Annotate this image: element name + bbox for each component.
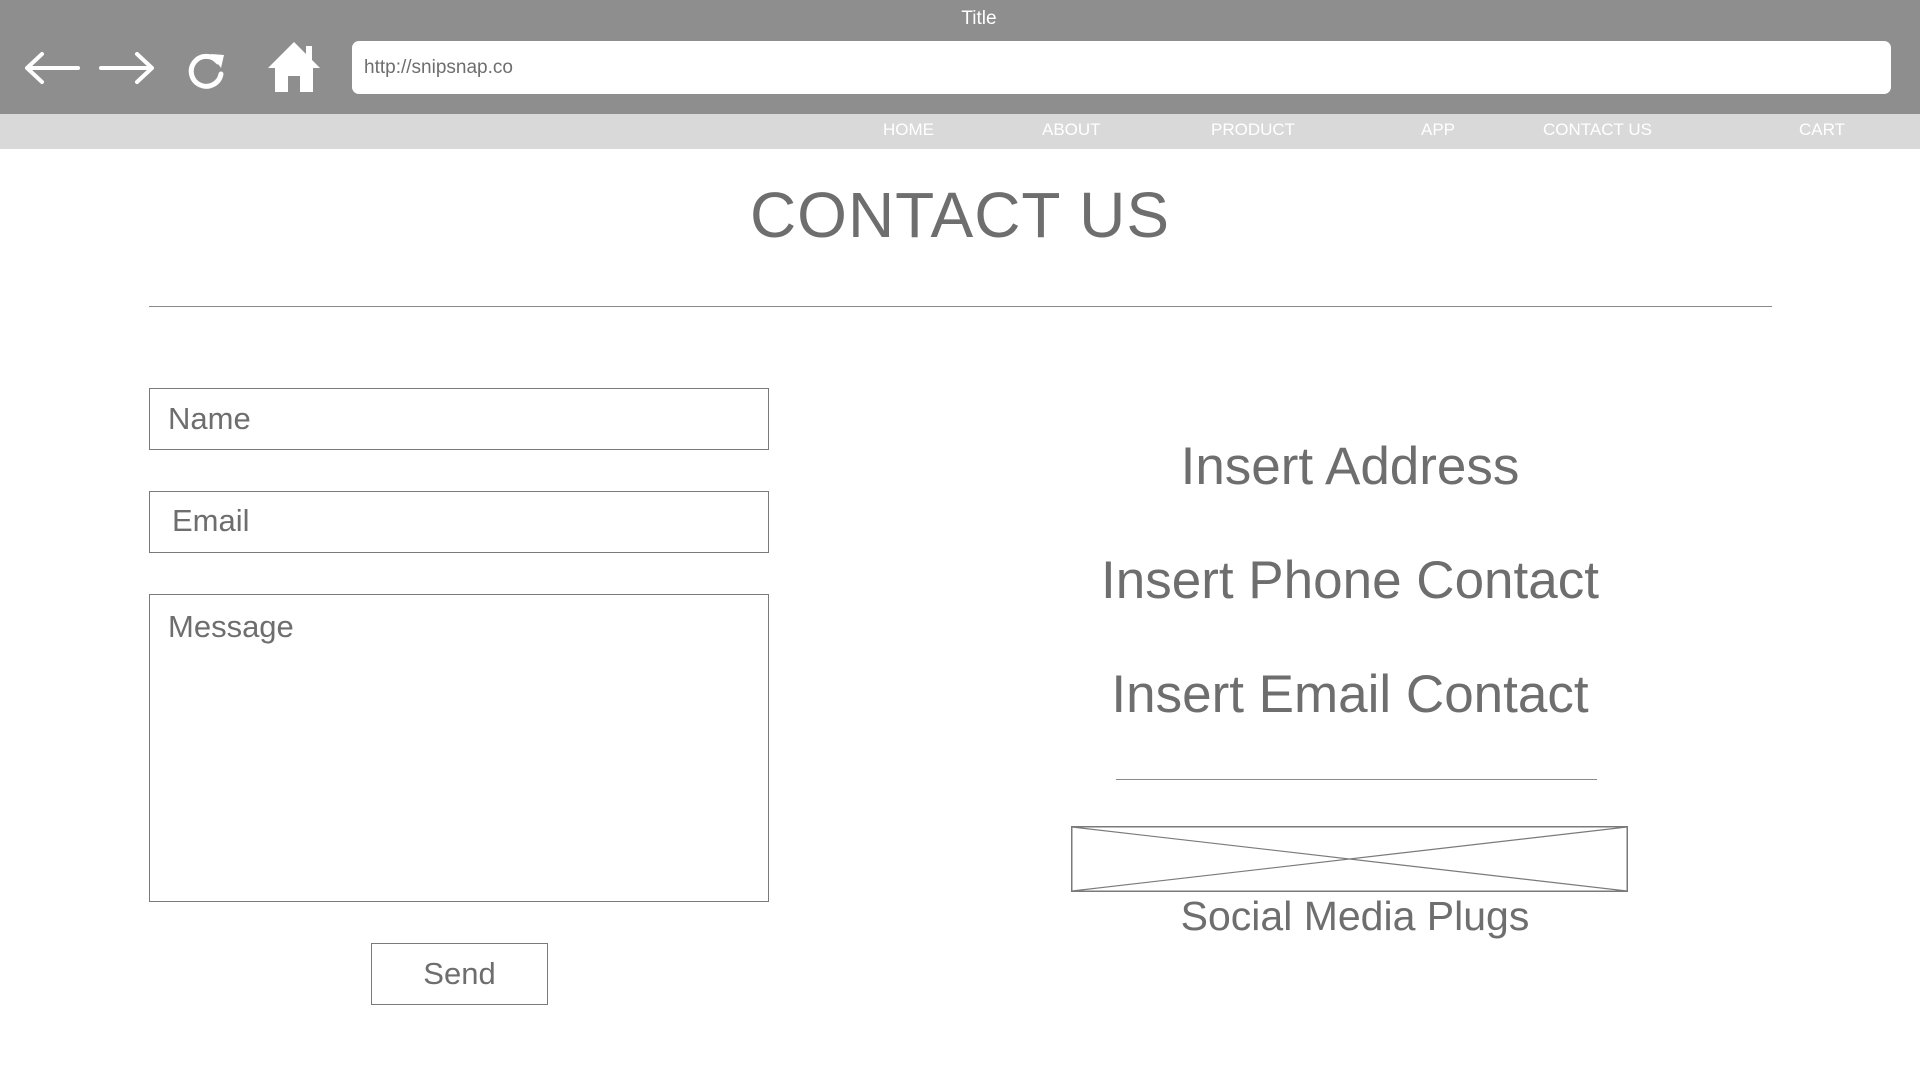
title-divider — [149, 306, 1772, 307]
site-nav: HOME ABOUT PRODUCT APP CONTACT US CART — [0, 114, 1920, 149]
contact-divider — [1116, 779, 1597, 780]
back-arrow-icon[interactable] — [22, 48, 82, 88]
nav-item-home[interactable]: HOME — [883, 120, 934, 140]
forward-arrow-icon[interactable] — [97, 48, 157, 88]
contact-address: Insert Address — [1180, 437, 1520, 496]
name-field[interactable]: Name — [149, 388, 769, 450]
nav-item-cart[interactable]: CART — [1799, 120, 1845, 140]
send-button[interactable]: Send — [371, 943, 548, 1005]
send-label: Send — [423, 956, 496, 991]
message-placeholder: Message — [168, 609, 294, 644]
message-field[interactable]: Message — [149, 594, 769, 902]
name-placeholder: Name — [168, 401, 251, 436]
nav-item-about[interactable]: ABOUT — [1042, 120, 1101, 140]
social-media-label: Social Media Plugs — [1180, 893, 1530, 939]
email-placeholder: Email — [172, 503, 250, 538]
page-title: CONTACT US — [749, 179, 1171, 251]
contact-email: Insert Email Contact — [1111, 665, 1589, 724]
url-text: http://snipsnap.co — [364, 56, 513, 78]
email-field[interactable]: Email — [149, 491, 769, 553]
nav-item-contact-us[interactable]: CONTACT US — [1543, 120, 1652, 140]
browser-toolbar: Title http://snipsnap.co — [0, 0, 1920, 114]
social-media-image-placeholder — [1071, 826, 1628, 892]
nav-item-app[interactable]: APP — [1421, 120, 1455, 140]
home-icon[interactable] — [266, 40, 322, 94]
window-title: Title — [961, 8, 997, 29]
contact-phone: Insert Phone Contact — [1101, 551, 1599, 610]
address-bar[interactable]: http://snipsnap.co — [352, 41, 1891, 94]
nav-item-product[interactable]: PRODUCT — [1211, 120, 1295, 140]
refresh-icon[interactable] — [184, 49, 228, 93]
